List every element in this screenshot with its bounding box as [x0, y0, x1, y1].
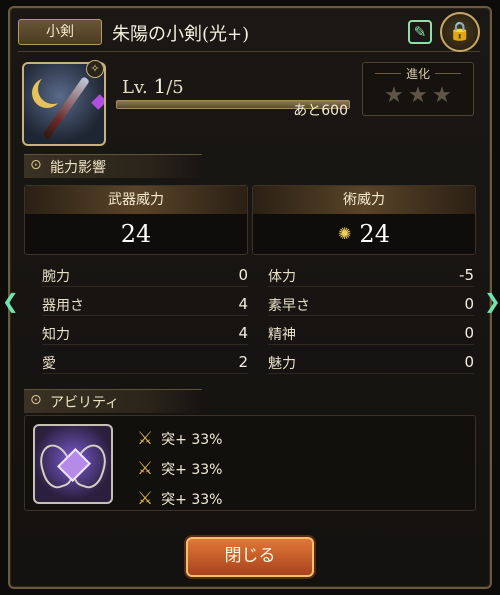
stat-label: 腕力	[42, 269, 70, 285]
level-current: 1	[153, 74, 167, 98]
evolution-label: 進化	[363, 65, 473, 82]
element-light-icon: ✧	[86, 60, 104, 78]
sword-icon: ⚔	[137, 458, 154, 479]
item-name: 朱陽の小剣(光+)	[112, 24, 250, 45]
ability-text: 突+ 33%	[161, 432, 223, 448]
stat-row: 器用さ 4	[42, 292, 248, 316]
item-header: 小剣 朱陽の小剣(光+) ✎ 🔒	[18, 12, 480, 52]
previous-arrow-icon[interactable]: ❮	[2, 288, 19, 314]
stat-row: 腕力 0	[42, 263, 248, 287]
magic-power-row: ✺ 24	[253, 214, 475, 254]
stat-row: 愛2	[42, 350, 248, 374]
weapon-type-badge: 小剣	[18, 19, 102, 45]
stat-value: 0	[464, 324, 474, 342]
stat-row: 精神 0	[268, 321, 474, 345]
lock-icon[interactable]: 🔒	[440, 12, 480, 52]
sword-icon: ⚔	[137, 428, 154, 449]
weapon-power-label: 武器威力	[25, 186, 247, 214]
ability-item: ⚔ 突+ 33%	[137, 458, 222, 482]
magic-power-box: 術威力 ✺ 24	[252, 185, 476, 255]
stat-value: -5	[459, 266, 474, 284]
stat-row: 体力 -5	[268, 263, 474, 287]
stat-value: 0	[238, 266, 248, 284]
stat-value: 4	[238, 295, 248, 313]
stat-label: 素早さ	[268, 298, 310, 314]
stat-row: 素早さ 0	[268, 292, 474, 316]
ability-text: 突+ 33%	[161, 462, 223, 478]
crescent-moon-icon	[38, 74, 68, 104]
target-icon: ⊙	[30, 392, 42, 408]
star-icon: ★	[408, 83, 428, 108]
sun-icon: ✺	[338, 224, 352, 243]
stat-value: 0	[464, 295, 474, 313]
stat-label: 知力	[42, 327, 70, 343]
stat-value: 0	[464, 353, 474, 371]
stats-section-header: ⊙ 能力影響	[24, 154, 202, 178]
stat-row: 魅力 0	[268, 350, 474, 374]
stat-label: 体力	[268, 269, 296, 285]
star-icon: ★	[384, 83, 404, 108]
weapon-power-value: 24	[120, 220, 152, 248]
sword-icon: ⚔	[137, 488, 154, 509]
level-remaining-exp: あと600	[293, 103, 348, 119]
stat-label: 精神	[268, 327, 296, 343]
level-max: /5	[166, 77, 184, 98]
ability-item: ⚔ 突+ 33%	[137, 428, 222, 452]
star-icon: ★	[432, 83, 452, 108]
edit-icon[interactable]: ✎	[408, 20, 432, 44]
target-icon: ⊙	[30, 157, 42, 173]
stat-label: 愛	[42, 356, 56, 372]
gem-icon	[91, 94, 104, 110]
stat-label: 器用さ	[42, 298, 84, 314]
ability-section-header: ⊙ アビリティ	[24, 389, 202, 413]
stat-value: 2	[238, 353, 248, 371]
stat-value: 4	[238, 324, 248, 342]
ability-section-title: アビリティ	[50, 395, 120, 411]
evolution-stars: ★ ★ ★	[383, 85, 455, 107]
next-arrow-icon[interactable]: ❯	[484, 288, 500, 314]
ability-crest-icon[interactable]	[33, 424, 113, 504]
stat-row: 知力 4	[42, 321, 248, 345]
stat-label: 魅力	[268, 356, 296, 372]
stats-section-title: 能力影響	[50, 160, 106, 176]
evolution-box: 進化 ★ ★ ★	[362, 62, 474, 116]
magic-power-label: 術威力	[253, 186, 475, 214]
close-button[interactable]: 閉じる	[186, 537, 314, 577]
level-display: Lv. 1/5	[122, 74, 184, 98]
ability-text: 突+ 33%	[161, 492, 223, 508]
magic-power-value: 24	[359, 220, 390, 248]
level-prefix: Lv.	[122, 77, 148, 98]
ability-panel: ⚔ 突+ 33% ⚔ 突+ 33% ⚔ 突+ 33%	[24, 415, 476, 511]
weapon-power-box: 武器威力 24	[24, 185, 248, 255]
ability-item: ⚔ 突+ 33%	[137, 488, 222, 512]
